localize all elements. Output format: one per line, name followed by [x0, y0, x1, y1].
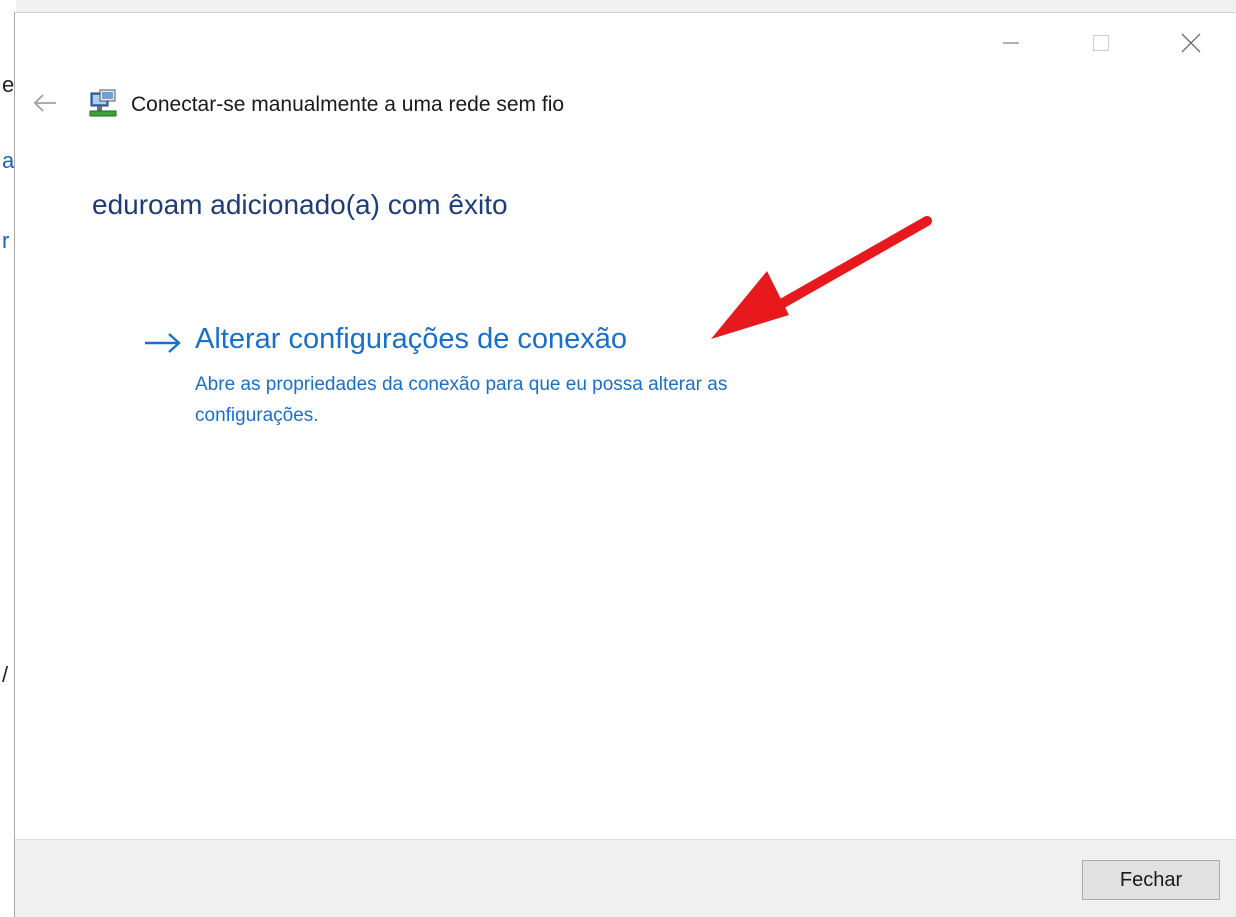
command-link-label: Alterar configurações de conexão	[195, 323, 628, 355]
dialog-footer: Fechar	[15, 839, 1236, 917]
background-text-fragment: e	[2, 72, 15, 97]
command-link-description: Abre as propriedades da conexão para que…	[195, 374, 728, 426]
close-window-button[interactable]	[1146, 13, 1236, 73]
background-text-fragment: /	[2, 662, 9, 687]
success-heading: eduroam adicionado(a) com êxito	[92, 189, 508, 220]
network-adapter-icon	[89, 89, 117, 117]
close-icon	[1181, 33, 1201, 53]
minimize-button[interactable]	[966, 13, 1056, 73]
red-annotation-arrow	[711, 216, 932, 339]
back-arrow-icon	[33, 94, 56, 112]
background-text-fragment: a	[2, 148, 15, 173]
dialog-window: Conectar-se manualmente a uma rede sem f…	[14, 12, 1236, 917]
maximize-icon	[1092, 34, 1110, 52]
maximize-button[interactable]	[1056, 13, 1146, 73]
dialog-title: Conectar-se manualmente a uma rede sem f…	[131, 93, 565, 116]
background-text-fragment: r	[2, 228, 10, 253]
minimize-icon	[1003, 42, 1019, 44]
back-button[interactable]	[31, 91, 59, 115]
close-button[interactable]: Fechar	[1082, 860, 1220, 900]
caption-controls	[966, 13, 1236, 73]
arrow-right-icon	[145, 333, 181, 353]
